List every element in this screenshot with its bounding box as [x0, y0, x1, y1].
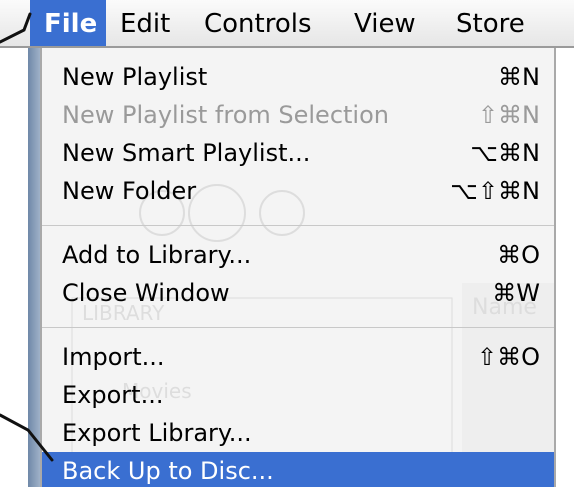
- menu-item-label: New Playlist from Selection: [62, 101, 389, 129]
- menu-item-label: New Folder: [62, 177, 197, 205]
- menu-item-label: New Smart Playlist...: [62, 139, 311, 167]
- menu-item-new-playlist[interactable]: New Playlist ⌘N: [42, 58, 554, 96]
- menu-item-shortcut: ⌘W: [492, 279, 540, 307]
- menu-item-shortcut: ⇧⌘N: [477, 101, 540, 129]
- menu-item-new-folder[interactable]: New Folder ⌥⇧⌘N: [42, 172, 554, 210]
- file-menu-dropdown: LIBRARY Name Movies New Playlist ⌘N New …: [40, 48, 556, 487]
- menu-item-new-playlist-from-selection: New Playlist from Selection ⇧⌘N: [42, 96, 554, 134]
- annotation-strokes: [0, 12, 54, 462]
- menu-item-label: Import...: [62, 343, 165, 371]
- annotation-stroke-bottom: [0, 413, 54, 462]
- menu-item-label: New Playlist: [62, 63, 208, 91]
- menu-item-import[interactable]: Import... ⇧⌘O: [42, 338, 554, 376]
- menu-item-shortcut: ⌘N: [498, 63, 540, 91]
- menu-edit[interactable]: Edit: [106, 0, 190, 46]
- menu-item-label: Add to Library...: [62, 241, 252, 269]
- menu-store[interactable]: Store: [442, 0, 552, 46]
- menu-view[interactable]: View: [340, 0, 442, 46]
- menu-item-label: Export...: [62, 381, 164, 409]
- annotation-stroke-top: [0, 12, 32, 44]
- menu-item-label: Export Library...: [62, 419, 252, 447]
- menu-item-new-smart-playlist[interactable]: New Smart Playlist... ⌥⌘N: [42, 134, 554, 172]
- menu-item-shortcut: ⌘O: [497, 241, 540, 269]
- menu-item-label: Close Window: [62, 279, 230, 307]
- menu-item-export[interactable]: Export...: [42, 376, 554, 414]
- menu-item-export-library[interactable]: Export Library...: [42, 414, 554, 452]
- menu-controls[interactable]: Controls: [190, 0, 340, 46]
- menu-item-close-window[interactable]: Close Window ⌘W: [42, 274, 554, 312]
- menu-item-shortcut: ⌥⌘N: [470, 139, 540, 167]
- menu-item-back-up-to-disc[interactable]: Back Up to Disc...: [42, 452, 554, 487]
- menu-bar: File Edit Controls View Store: [0, 0, 574, 48]
- menu-separator: [42, 225, 554, 226]
- menu-item-shortcut: ⇧⌘O: [477, 343, 540, 371]
- menu-item-label: Back Up to Disc...: [62, 457, 274, 485]
- menu-item-add-to-library[interactable]: Add to Library... ⌘O: [42, 236, 554, 274]
- menu-item-shortcut: ⌥⇧⌘N: [450, 177, 540, 205]
- menu-separator: [42, 327, 554, 328]
